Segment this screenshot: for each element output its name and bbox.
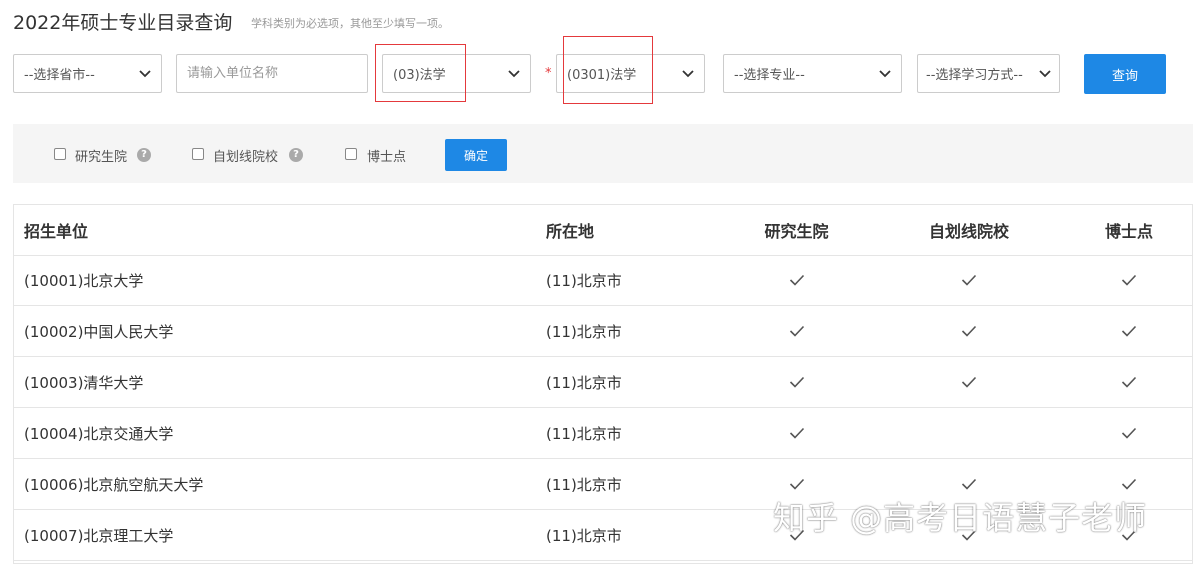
table-row[interactable]: (10001)北京大学 (11)北京市 (14, 255, 1192, 306)
table-row[interactable]: (10002)中国人民大学 (11)北京市 (14, 306, 1192, 357)
help-icon[interactable]: ? (137, 148, 151, 162)
check-icon (789, 274, 804, 286)
chevron-down-icon (508, 69, 520, 77)
location-cell: (11)北京市 (546, 424, 622, 443)
table-header-row: 招生单位 所在地 研究生院 自划线院校 博士点 (14, 205, 1192, 256)
location-cell: (11)北京市 (546, 271, 622, 290)
check-icon (961, 274, 977, 286)
self-line-checkbox[interactable] (192, 148, 204, 160)
column-header-graduate-school: 研究生院 (764, 222, 829, 241)
chevron-down-icon (139, 69, 151, 77)
column-header-self-line: 自划线院校 (928, 222, 1009, 241)
province-select[interactable]: --选择省市-- (13, 54, 162, 93)
check-icon (1121, 376, 1137, 388)
self-line-cell (904, 255, 1034, 305)
graduate-school-label: 研究生院 (75, 150, 128, 165)
self-line-label: 自划线院校 (213, 150, 279, 165)
unit-cell[interactable]: (10002)中国人民大学 (24, 306, 173, 356)
doctoral-label: 博士点 (367, 150, 407, 165)
unit-cell[interactable]: (10006)北京航空航天大学 (24, 459, 203, 509)
chevron-down-icon (879, 69, 891, 77)
study-mode-select-value: --选择学习方式-- (926, 68, 1023, 83)
help-icon[interactable]: ? (289, 148, 303, 162)
unit-name-input[interactable] (176, 54, 368, 93)
check-icon (1121, 427, 1137, 439)
graduate-school-cell (734, 408, 859, 458)
check-icon (961, 325, 977, 337)
chevron-down-icon (682, 69, 694, 77)
check-icon (1121, 274, 1137, 286)
query-button[interactable]: 查询 (1084, 54, 1166, 94)
doctoral-cell (1069, 357, 1189, 407)
location-cell: (11)北京市 (546, 373, 622, 392)
table-row[interactable]: (10004)北京交通大学 (11)北京市 (14, 408, 1192, 459)
location-cell: (11)北京市 (546, 526, 622, 545)
self-line-cell (904, 408, 1034, 458)
graduate-school-cell (734, 255, 859, 305)
page-note: 学科类别为必选项，其他至少填写一项。 (251, 17, 449, 30)
check-icon (961, 376, 977, 388)
check-icon (1121, 325, 1137, 337)
major-select-value: --选择专业-- (734, 68, 805, 83)
check-icon (1121, 478, 1137, 490)
column-header-unit: 招生单位 (24, 222, 89, 241)
study-mode-select[interactable]: --选择学习方式-- (917, 54, 1060, 93)
check-icon (789, 376, 804, 388)
column-header-location: 所在地 (546, 222, 595, 241)
highlight-box-discipline (563, 36, 653, 104)
unit-cell[interactable]: (10007)北京理工大学 (24, 510, 173, 560)
self-line-cell (904, 357, 1034, 407)
doctoral-cell (1069, 255, 1189, 305)
watermark: 知乎 @高考日语慧子老师 (773, 499, 1148, 537)
location-cell: (11)北京市 (546, 475, 622, 494)
check-icon (789, 427, 804, 439)
self-line-cell (904, 306, 1034, 356)
highlight-box-category (375, 44, 466, 102)
graduate-school-cell (734, 357, 859, 407)
filter-bar (13, 124, 1193, 183)
location-cell: (11)北京市 (546, 322, 622, 341)
unit-cell[interactable]: (10001)北京大学 (24, 255, 143, 305)
page-title: 2022年硕士专业目录查询 (13, 12, 233, 34)
graduate-school-cell (734, 306, 859, 356)
confirm-button[interactable]: 确定 (445, 139, 507, 171)
graduate-school-checkbox[interactable] (54, 148, 66, 160)
major-select[interactable]: --选择专业-- (723, 54, 902, 93)
required-mark: * (545, 66, 552, 81)
doctoral-checkbox[interactable] (345, 148, 357, 160)
check-icon (789, 478, 804, 490)
chevron-down-icon (1039, 69, 1051, 77)
unit-cell[interactable]: (10003)清华大学 (24, 357, 143, 407)
doctoral-cell (1069, 306, 1189, 356)
unit-cell[interactable]: (10004)北京交通大学 (24, 408, 173, 458)
table-row[interactable]: (10003)清华大学 (11)北京市 (14, 357, 1192, 408)
check-icon (961, 478, 977, 490)
check-icon (789, 325, 804, 337)
province-select-value: --选择省市-- (24, 68, 95, 83)
doctoral-cell (1069, 408, 1189, 458)
column-header-doctoral: 博士点 (1104, 222, 1153, 241)
